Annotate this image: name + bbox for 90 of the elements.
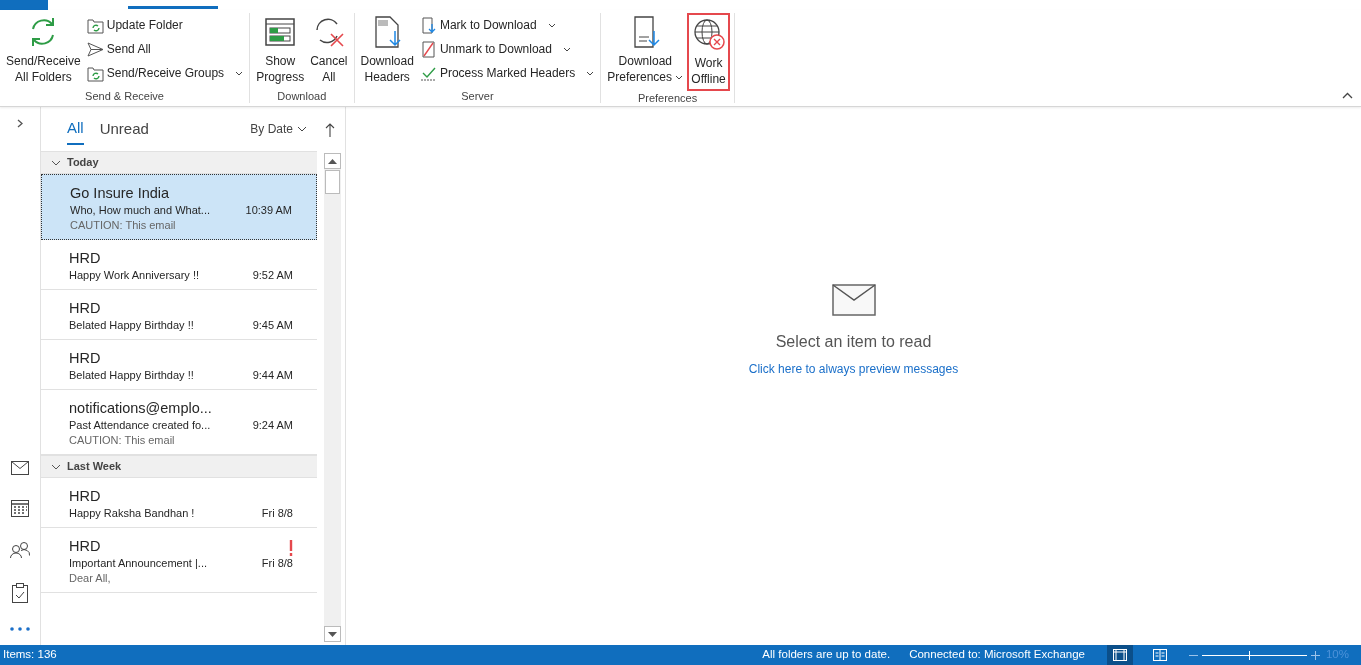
more-icon[interactable] [10,627,30,631]
calendar-icon[interactable] [11,499,29,517]
important-icon [289,540,293,556]
message-item[interactable]: HRD Belated Happy Birthday !! 9:44 AM [41,340,317,390]
message-time: 9:44 AM [252,368,293,383]
ribbon-button[interactable]: Show Progress [254,13,307,89]
group-label: Download [276,89,328,103]
message-preview: Dear All, [69,571,112,586]
connection-status: Connected to: Microsoft Exchange [909,647,1085,663]
scroll-thumb[interactable] [325,170,340,194]
sender-name: HRD [69,249,101,268]
progress-window-icon [263,15,298,49]
globe-cancel-icon [691,17,726,51]
ribbon-button[interactable]: Download Headers [358,13,416,89]
ribbon-button[interactable]: Mark to Download [417,14,597,36]
sender-name: HRD [69,487,101,506]
ribbon-button[interactable]: Send/Receive Groups [84,62,246,84]
reading-view-icon [1152,649,1167,661]
item-count: Items: 136 [2,647,57,663]
message-time: 10:39 AM [245,203,292,218]
zoom-in-icon[interactable] [1310,650,1320,660]
message-time: Fri 8/8 [261,506,293,521]
page-slash-icon [419,40,437,58]
group-header[interactable]: Today [41,151,317,174]
filter-tab[interactable]: All [67,113,84,145]
ribbon-button[interactable]: Unmark to Download [417,38,597,60]
sender-name: HRD [69,299,101,318]
message-time: 9:52 AM [252,268,293,283]
sender-name: Go Insure India [70,184,170,203]
message-time: Fri 8/8 [261,556,293,571]
ribbon-button[interactable]: Send All [84,38,246,60]
ribbon-button[interactable]: Work Offline [689,15,728,89]
caret-icon [562,47,571,53]
filter-tab[interactable]: Unread [99,114,149,144]
empty-state-message: Select an item to read [775,332,932,352]
message-subject: Belated Happy Birthday !! [69,318,194,333]
group-header[interactable]: Last Week [41,455,317,478]
chevron-down-icon [51,159,61,166]
caret-icon [235,71,244,77]
ribbon-button[interactable]: Process Marked Headers [417,62,597,84]
folder-sync-icon [86,16,104,34]
caret-icon [586,71,595,77]
sync-status: All folders are up to date. [762,647,891,663]
message-subject: Happy Work Anniversary !! [69,268,199,283]
message-item[interactable]: HRD Happy Work Anniversary !! 9:52 AM [41,240,317,290]
caret-icon [547,23,556,29]
scrollbar[interactable] [324,153,341,642]
people-icon[interactable] [10,541,30,559]
normal-view-icon [1112,649,1127,661]
message-item[interactable]: HRD Belated Happy Birthday !! 9:45 AM [41,290,317,340]
message-time: 9:45 AM [252,318,293,333]
sender-name: HRD [69,349,101,368]
scroll-up-icon[interactable] [328,158,337,164]
mail-icon[interactable] [11,461,29,475]
message-subject: Happy Raksha Bandhan ! [69,506,195,521]
folder-sync-icon [86,64,104,82]
page-download-icon [419,16,437,34]
message-time: 9:24 AM [252,418,293,433]
collapse-ribbon-icon[interactable] [1342,92,1353,100]
caret-icon [675,75,684,81]
expand-icon[interactable] [17,119,23,128]
caret-icon [297,126,307,132]
message-preview: CAUTION: This email [69,433,176,448]
zoom-level: 10% [1325,647,1349,663]
group-label: Preferences [636,91,699,105]
sort-direction-icon[interactable] [325,122,335,137]
sender-name: notifications@emplo... [69,399,212,418]
group-label: Send & Receive [84,89,165,103]
envelope-icon [831,284,876,316]
sender-name: HRD [69,537,101,556]
message-subject: Belated Happy Birthday !! [69,368,194,383]
ribbon-button[interactable]: Send/Receive All Folders [4,13,83,89]
group-label: Server [460,89,495,103]
ribbon-button[interactable]: Update Folder [84,14,246,36]
clipboard-check-icon[interactable] [12,583,28,603]
view-button[interactable] [1106,645,1133,665]
message-preview: CAUTION: This email [70,218,177,233]
message-item[interactable]: HRD Important Announcement |... Fri 8/8 Dear All, [41,528,317,593]
message-subject: Who, How much and What... [70,203,210,218]
preview-link[interactable]: Click here to always preview messages [748,360,959,378]
message-item[interactable]: Go Insure India Who, How much and What... 10:39 AM CAUTION: This email [41,174,317,240]
ribbon-button[interactable]: Download Preferences [605,13,686,91]
message-subject: Important Announcement |... [69,556,207,571]
ribbon-button[interactable]: Cancel All [308,13,350,89]
scroll-down-icon[interactable] [328,631,337,637]
paper-plane-icon [86,40,104,58]
message-subject: Past Attendance created fo... [69,418,211,433]
sort-button[interactable]: By Date [244,119,313,139]
chevron-down-icon [51,463,61,470]
message-item[interactable]: HRD Happy Raksha Bandhan ! Fri 8/8 [41,478,317,528]
